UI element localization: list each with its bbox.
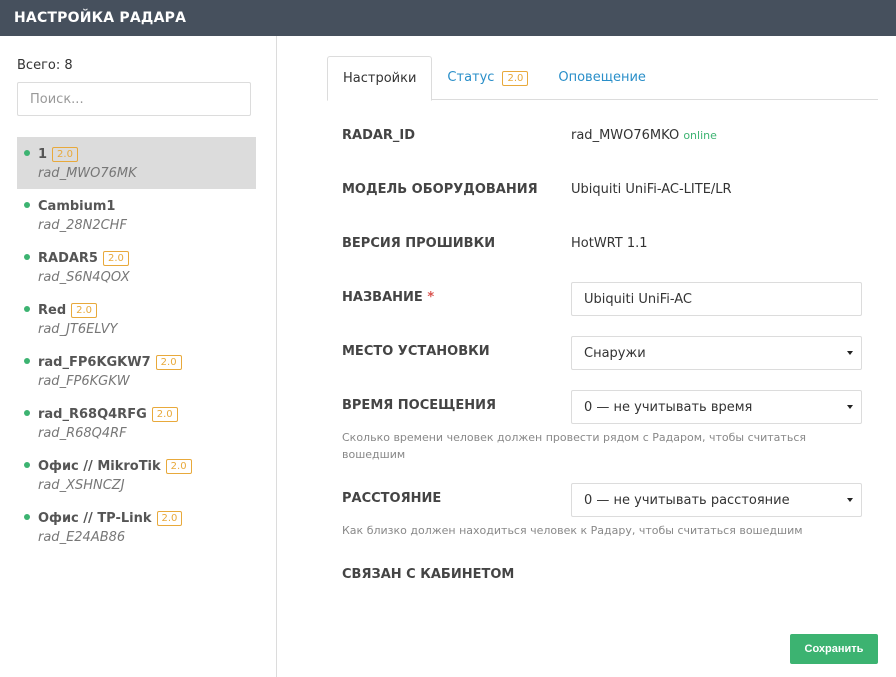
radar-id: rad_MWO76MK bbox=[38, 166, 137, 181]
visit-time-value: 0 — не учитывать время bbox=[584, 399, 753, 415]
version-badge: 2.0 bbox=[102, 250, 129, 266]
radar-id: rad_E24AB86 bbox=[38, 530, 126, 545]
radar-count: Всего: 8 bbox=[17, 58, 73, 73]
online-status-icon bbox=[24, 150, 30, 156]
radar-item[interactable]: rad_R68Q4RFG 2.0 rad_R68Q4RF bbox=[17, 397, 256, 449]
name-label-text: НАЗВАНИЕ bbox=[342, 290, 423, 305]
radar-item[interactable]: 1 2.0 rad_MWO76MK bbox=[17, 137, 256, 189]
online-status-icon bbox=[24, 202, 30, 208]
radar-id: rad_FP6KGKW bbox=[38, 374, 130, 389]
radar-id: rad_JT6ELVY bbox=[38, 322, 118, 337]
tab-notifications[interactable]: Оповещение bbox=[543, 56, 661, 100]
model-label: МОДЕЛЬ ОБОРУДОВАНИЯ bbox=[342, 182, 538, 197]
online-status-icon bbox=[24, 514, 30, 520]
radar-name: rad_R68Q4RFG bbox=[38, 406, 147, 422]
radar-item[interactable]: RADAR5 2.0 rad_S6N4QOX bbox=[17, 241, 256, 293]
location-select[interactable]: Снаружи bbox=[571, 336, 862, 370]
visit-time-select[interactable]: 0 — не учитывать время bbox=[571, 390, 862, 424]
name-label: НАЗВАНИЕ * bbox=[342, 290, 434, 305]
radar-name: Cambium1 bbox=[38, 198, 116, 214]
radar-name: Офис // TP-Link bbox=[38, 510, 152, 526]
visit-time-label: ВРЕМЯ ПОСЕЩЕНИЯ bbox=[342, 398, 497, 413]
radar-id: rad_28N2CHF bbox=[38, 218, 127, 233]
radar-item[interactable]: rad_FP6KGKW7 2.0 rad_FP6KGKW bbox=[17, 345, 256, 397]
radar-list: 1 2.0 rad_MWO76MK Cambium1 rad_28N2CHF RA… bbox=[17, 137, 256, 553]
page-header: НАСТРОЙКА РАДАРА bbox=[0, 0, 896, 36]
version-badge: 2.0 bbox=[71, 302, 98, 318]
distance-value: 0 — не учитывать расстояние bbox=[584, 492, 790, 508]
version-badge: 2.0 bbox=[156, 510, 183, 526]
name-field[interactable]: Ubiquiti UniFi-AC bbox=[571, 282, 862, 316]
save-button[interactable]: Сохранить bbox=[790, 634, 878, 664]
firmware-value: HotWRT 1.1 bbox=[571, 236, 648, 251]
tab-label: Настройки bbox=[343, 70, 417, 86]
version-badge: 2.0 bbox=[155, 354, 182, 370]
radar-name: RADAR5 bbox=[38, 250, 98, 266]
radar-id-text: rad_MWO76MKO bbox=[571, 128, 680, 143]
caret-down-icon bbox=[847, 351, 853, 355]
radar-name: rad_FP6KGKW7 bbox=[38, 354, 151, 370]
online-status-icon bbox=[24, 254, 30, 260]
name-field-value: Ubiquiti UniFi-AC bbox=[584, 291, 692, 307]
online-status-icon bbox=[24, 306, 30, 312]
version-badge: 2.0 bbox=[52, 146, 78, 162]
required-mark: * bbox=[427, 290, 435, 305]
radar-name: Red bbox=[38, 302, 67, 318]
distance-label: РАССТОЯНИЕ bbox=[342, 491, 442, 506]
location-label: МЕСТО УСТАНОВКИ bbox=[342, 344, 490, 359]
radar-item[interactable]: Офис // TP-Link 2.0 rad_E24AB86 bbox=[17, 501, 256, 553]
distance-select[interactable]: 0 — не учитывать расстояние bbox=[571, 483, 862, 517]
radar-id: rad_XSHNCZJ bbox=[38, 478, 125, 493]
radar-id: rad_R68Q4RF bbox=[38, 426, 127, 441]
radar-item[interactable]: Офис // MikroTik 2.0 rad_XSHNCZJ bbox=[17, 449, 256, 501]
caret-down-icon bbox=[847, 405, 853, 409]
distance-hint: Как близко должен находиться человек к Р… bbox=[342, 524, 803, 537]
tab-label: Статус bbox=[447, 70, 495, 85]
settings-tabs: Настройки Статус 2.0 Оповещение bbox=[327, 56, 878, 101]
radar-id-value: rad_MWO76MKO online bbox=[571, 128, 717, 143]
page-title: НАСТРОЙКА РАДАРА bbox=[14, 10, 187, 26]
visit-time-hint: Сколько времени человек должен провести … bbox=[342, 431, 806, 461]
radar-id-label: RADAR_ID bbox=[342, 128, 416, 143]
online-status-icon bbox=[24, 358, 30, 364]
caret-down-icon bbox=[847, 498, 853, 502]
cabinet-label: СВЯЗАН С КАБИНЕТОМ bbox=[342, 567, 515, 582]
radar-sidebar: Всего: 8 12.0 rad_MWO76MK Cambium1 rad_2… bbox=[0, 36, 277, 677]
radar-id: rad_S6N4QOX bbox=[38, 270, 130, 285]
radar-item[interactable]: Cambium1 rad_28N2CHF bbox=[17, 189, 256, 241]
tab-label: Оповещение bbox=[558, 70, 646, 85]
version-badge: 2.0 bbox=[502, 70, 529, 86]
tab-settings[interactable]: Настройки bbox=[327, 56, 433, 101]
model-value: Ubiquiti UniFi-AC-LITE/LR bbox=[571, 182, 732, 197]
radar-item[interactable]: Red 2.0 rad_JT6ELVY bbox=[17, 293, 256, 345]
online-status-icon bbox=[24, 462, 30, 468]
radar-name: 1 bbox=[38, 146, 48, 162]
version-badge: 2.0 bbox=[165, 458, 192, 474]
firmware-label: ВЕРСИЯ ПРОШИВКИ bbox=[342, 236, 496, 251]
tab-status[interactable]: Статус 2.0 bbox=[432, 56, 543, 100]
online-status-icon bbox=[24, 410, 30, 416]
version-badge: 2.0 bbox=[151, 406, 178, 422]
radar-name: Офис // MikroTik bbox=[38, 458, 161, 474]
location-value: Снаружи bbox=[584, 345, 646, 361]
online-status: online bbox=[683, 129, 717, 142]
search-input[interactable] bbox=[17, 82, 251, 116]
